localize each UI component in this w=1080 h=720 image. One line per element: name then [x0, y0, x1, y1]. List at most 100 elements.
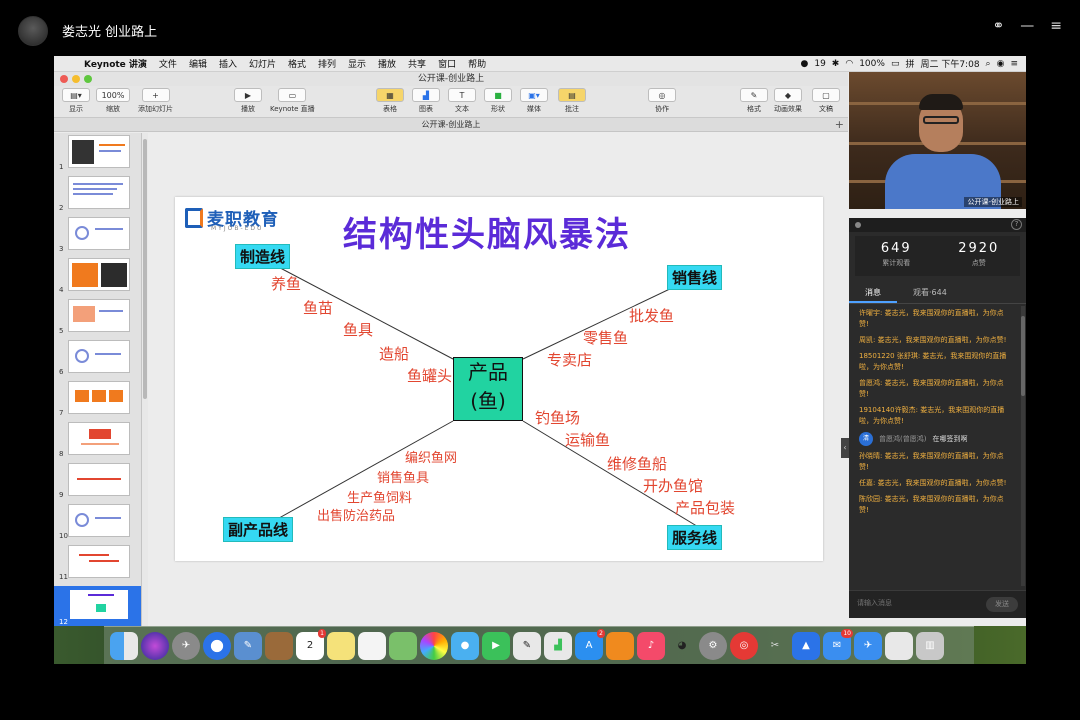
- send-button[interactable]: 发送: [986, 597, 1018, 612]
- trash-icon[interactable]: ▥: [916, 631, 944, 660]
- table-button[interactable]: ▦ 表格: [376, 88, 404, 114]
- link-icon[interactable]: ⚭: [993, 18, 1005, 34]
- settings-icon[interactable]: ⚙: [699, 631, 727, 660]
- play-button[interactable]: ▶ 播放: [234, 88, 262, 114]
- wifi-icon[interactable]: ◠: [845, 59, 853, 69]
- bluetooth-icon[interactable]: ✱: [832, 59, 840, 69]
- clock[interactable]: 周二 下午7:08: [920, 57, 979, 70]
- media-button[interactable]: ▣▾ 媒体: [520, 88, 548, 114]
- menu-window[interactable]: 窗口: [432, 57, 462, 70]
- notification-count[interactable]: 19: [814, 59, 825, 69]
- menu-insert[interactable]: 插入: [213, 57, 243, 70]
- qq-icon[interactable]: ◕: [668, 632, 696, 660]
- contacts-icon[interactable]: [265, 631, 293, 660]
- menu-file[interactable]: 文件: [153, 57, 183, 70]
- help-icon[interactable]: ?: [1011, 219, 1022, 230]
- control-center-icon[interactable]: ≡: [1010, 59, 1018, 69]
- slide-thumb-12[interactable]: 12: [54, 586, 141, 626]
- launchpad-icon[interactable]: ✈: [172, 631, 200, 660]
- battery-icon[interactable]: ▭: [891, 59, 900, 69]
- minimize-window-icon[interactable]: [72, 75, 80, 83]
- menu-share[interactable]: 共享: [402, 57, 432, 70]
- slide-thumb-7[interactable]: 7: [54, 381, 141, 417]
- menu-help[interactable]: 帮助: [462, 57, 492, 70]
- tools-icon[interactable]: ✂: [761, 632, 789, 660]
- menu-app[interactable]: Keynote 讲演: [78, 57, 153, 70]
- slide-thumb-11[interactable]: 11: [54, 545, 141, 581]
- minimize-icon[interactable]: —: [1020, 18, 1034, 34]
- preview-icon[interactable]: [885, 631, 913, 660]
- slide-thumb-8[interactable]: 8: [54, 422, 141, 458]
- music-icon[interactable]: ♪: [637, 631, 665, 660]
- comment-button[interactable]: ▤ 批注: [558, 88, 586, 114]
- mail-icon[interactable]: ✉ 10: [823, 628, 853, 660]
- menu-slide[interactable]: 幻灯片: [243, 57, 282, 70]
- messages-icon[interactable]: ●: [451, 631, 479, 660]
- chat-message-list[interactable]: 许曜宇: 娄志光，我来围观你的直播啦，为你点赞! 周凯: 娄志光，我来围观你的直…: [849, 306, 1019, 586]
- zoom-window-icon[interactable]: [84, 75, 92, 83]
- keynote-live-button[interactable]: ▭ Keynote 直播: [270, 88, 315, 114]
- photos-icon[interactable]: [420, 631, 448, 660]
- record-icon[interactable]: ●: [800, 59, 808, 69]
- scrollbar-knob[interactable]: [1021, 316, 1025, 396]
- menu-view[interactable]: 显示: [342, 57, 372, 70]
- numbers-icon[interactable]: ▟: [544, 631, 572, 660]
- chat-scrollbar[interactable]: [1021, 306, 1025, 586]
- books-icon[interactable]: [606, 631, 634, 660]
- chart-button[interactable]: ▟ 图表: [412, 88, 440, 114]
- netease-music-icon[interactable]: ◎: [730, 631, 758, 660]
- close-icon[interactable]: [60, 75, 68, 83]
- menu-icon[interactable]: ≡: [1050, 18, 1062, 34]
- spotlight-icon[interactable]: ⌕: [986, 59, 991, 69]
- slide-thumb-10[interactable]: 10: [54, 504, 141, 540]
- pages-icon[interactable]: ✎: [513, 631, 541, 660]
- siri-dock-icon[interactable]: [141, 631, 169, 660]
- slide-thumb-2[interactable]: 2: [54, 176, 141, 212]
- maps-icon[interactable]: [389, 631, 417, 660]
- menu-play[interactable]: 播放: [372, 57, 402, 70]
- battery-percent[interactable]: 100%: [859, 59, 885, 69]
- slide-thumb-3[interactable]: 3: [54, 217, 141, 253]
- chat-close-icon[interactable]: [855, 222, 861, 228]
- reminders-icon[interactable]: [358, 631, 386, 660]
- document-tab[interactable]: 公开课-创业路上 +: [54, 118, 848, 132]
- siri-icon[interactable]: ◉: [997, 59, 1005, 69]
- tab-messages[interactable]: 消息: [849, 282, 897, 303]
- appstore-icon[interactable]: A2: [575, 628, 605, 660]
- view-button[interactable]: ▤▾ 显示: [62, 88, 90, 114]
- collaborate-button[interactable]: ◎ 协作: [648, 88, 676, 114]
- keynote-icon[interactable]: ▲: [792, 631, 820, 660]
- text-button[interactable]: T 文本: [448, 88, 476, 114]
- slide-thumb-5[interactable]: 5: [54, 299, 141, 335]
- format-button[interactable]: ✎ 格式: [740, 88, 768, 114]
- shape-button[interactable]: ■ 形状: [484, 88, 512, 114]
- notes-icon[interactable]: [327, 631, 355, 660]
- chat-input[interactable]: [857, 599, 957, 607]
- facetime-icon[interactable]: ▶: [482, 631, 510, 660]
- menu-format[interactable]: 格式: [282, 57, 312, 70]
- add-slide-button[interactable]: + 添加幻灯片: [138, 88, 173, 114]
- input-method[interactable]: 拼: [905, 57, 914, 70]
- photo-viewer-icon[interactable]: ✎: [234, 631, 262, 660]
- user-avatar[interactable]: 清: [859, 432, 873, 446]
- menu-arrange[interactable]: 排列: [312, 57, 342, 70]
- zoom-select[interactable]: 100% 缩放: [96, 88, 130, 114]
- current-slide[interactable]: 麦职教育 MYJOB-EDU 结构性头脑风暴法 制造线 销售线 副产品线 服务线…: [175, 197, 823, 561]
- document-button[interactable]: ▢ 文稿: [812, 88, 840, 114]
- finder-icon[interactable]: [110, 631, 138, 660]
- tab-viewers[interactable]: 观看·644: [897, 282, 963, 303]
- animate-button[interactable]: ◆ 动画效果: [774, 88, 802, 114]
- slide-thumb-6[interactable]: 6: [54, 340, 141, 376]
- menu-edit[interactable]: 编辑: [183, 57, 213, 70]
- scrollbar-knob[interactable]: [143, 139, 147, 399]
- safari-icon[interactable]: [203, 631, 231, 660]
- slide-thumb-9[interactable]: 9: [54, 463, 141, 499]
- live-icon: ▭: [278, 88, 307, 102]
- calendar-icon[interactable]: 21: [296, 628, 326, 660]
- dingtalk-icon[interactable]: ✈: [854, 631, 882, 660]
- collapse-panel-icon[interactable]: ‹: [841, 438, 849, 458]
- slide-thumb-1[interactable]: 1: [54, 135, 141, 171]
- new-tab-icon[interactable]: +: [835, 118, 844, 132]
- host-avatar[interactable]: [18, 16, 48, 46]
- slide-thumb-4[interactable]: 4: [54, 258, 141, 294]
